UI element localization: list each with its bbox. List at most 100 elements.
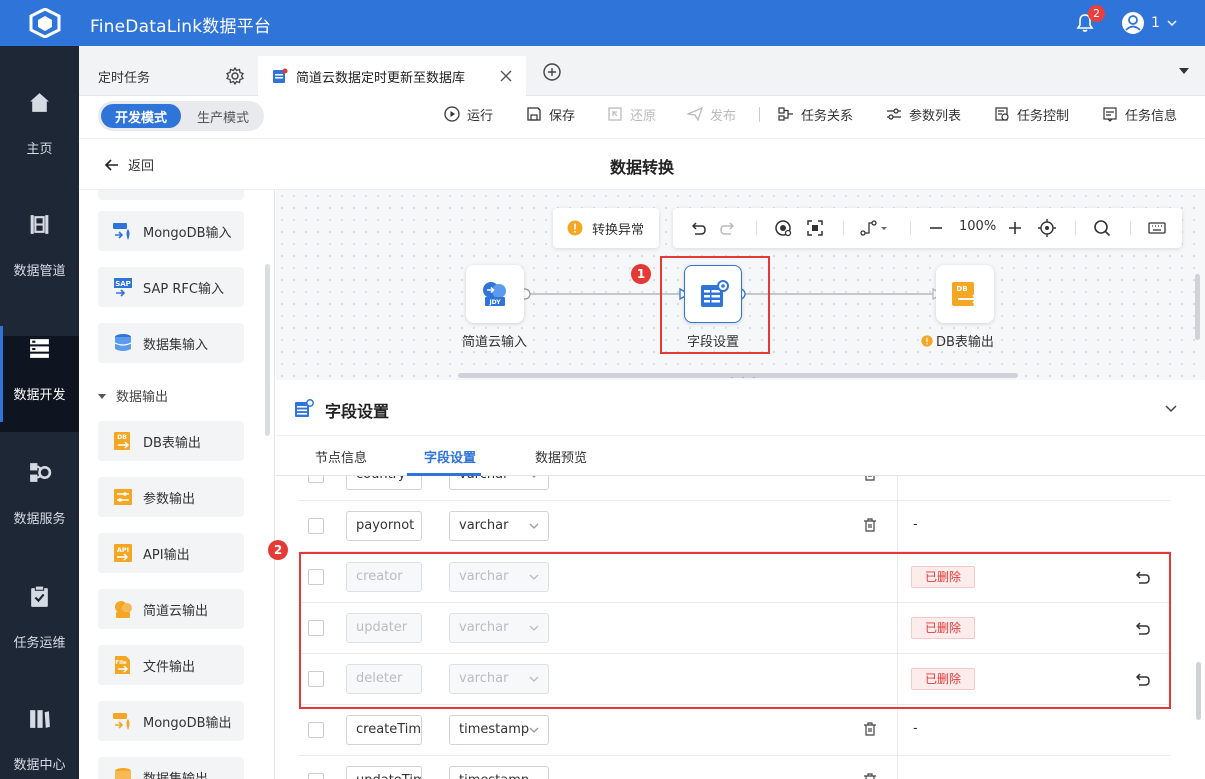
nav-item-task-ops[interactable]: 任务运维 xyxy=(0,584,79,680)
node-jdy-input[interactable]: JDY xyxy=(466,265,524,323)
row-checkbox[interactable] xyxy=(308,518,324,534)
connector-style-icon[interactable] xyxy=(860,219,890,237)
tab-label: 定时任务 xyxy=(98,70,151,86)
warning-icon xyxy=(921,334,933,347)
close-icon[interactable] xyxy=(498,68,514,84)
back-button[interactable]: 返回 xyxy=(104,155,154,174)
nav-label: 任务运维 xyxy=(13,636,66,651)
warning-icon xyxy=(567,220,583,236)
field-name-input[interactable]: country xyxy=(346,476,422,490)
properties-header: 字段设置 xyxy=(276,382,1205,436)
trash-icon[interactable] xyxy=(862,476,878,482)
resize-handle[interactable]: ⋮⋮⋮ xyxy=(727,376,760,380)
tab-data-preview[interactable]: 数据预览 xyxy=(535,447,587,466)
save-button[interactable]: 保存 xyxy=(526,104,575,124)
group-label: 数据输出 xyxy=(116,390,169,405)
keyboard-icon[interactable] xyxy=(1148,219,1166,237)
search-icon[interactable] xyxy=(1093,219,1111,237)
zoom-out-icon[interactable] xyxy=(927,219,945,237)
field-type-select[interactable]: timestamp xyxy=(449,766,549,779)
data-service-icon xyxy=(30,463,52,482)
properties-panel: 字段设置 节点信息 字段设置 数据预览 country varchar payo… xyxy=(268,382,1205,779)
chevron-down-icon[interactable] xyxy=(1164,402,1178,416)
conversion-error-button[interactable]: 转换异常 xyxy=(553,208,659,248)
component-label: 文件输出 xyxy=(143,659,196,675)
save-icon xyxy=(527,107,541,121)
field-type-value: timestamp xyxy=(459,773,529,779)
nav-label: 主页 xyxy=(26,142,53,157)
prod-mode-button[interactable]: 生产模式 xyxy=(186,104,260,128)
row-checkbox[interactable] xyxy=(308,722,324,738)
trash-icon[interactable] xyxy=(862,721,878,737)
locate-icon[interactable] xyxy=(1038,219,1056,237)
nav-item-data-center[interactable]: 数据中心 xyxy=(0,706,79,779)
component-sap-rfc-input[interactable]: SAP SAP RFC输入 xyxy=(98,267,244,307)
field-name-input[interactable]: createTim xyxy=(346,715,422,745)
svg-text:DB: DB xyxy=(117,434,127,441)
fit-view-icon[interactable] xyxy=(806,219,824,237)
tab-node-info[interactable]: 节点信息 xyxy=(315,447,367,466)
node-icon-text: JDY xyxy=(488,299,501,306)
component-param-output[interactable]: 参数输出 xyxy=(98,477,244,517)
nav-item-data-dev[interactable]: 数据开发 xyxy=(0,326,79,432)
task-info-icon xyxy=(1103,107,1117,122)
component-jdy-output[interactable]: 简道云输出 xyxy=(98,589,244,629)
field-name-input[interactable]: updateTim xyxy=(346,766,422,779)
redo-icon[interactable] xyxy=(719,219,737,237)
canvas-vertical-scrollbar[interactable] xyxy=(1195,274,1200,340)
trash-icon[interactable] xyxy=(862,517,878,533)
component-file-output[interactable]: File 文件输出 xyxy=(98,645,244,685)
add-tab-icon[interactable] xyxy=(542,62,562,82)
nav-item-pipeline[interactable]: 数据管道 xyxy=(0,212,79,308)
component-dataset-input[interactable]: 数据集输入 xyxy=(98,323,244,363)
conversion-error-label: 转换异常 xyxy=(592,222,645,238)
field-type-select[interactable]: varchar xyxy=(449,511,549,541)
tab-jdy-to-db[interactable]: 简道云数据定时更新至数据库 xyxy=(258,56,526,96)
field-type-select[interactable]: varchar xyxy=(449,476,549,490)
run-button[interactable]: 运行 xyxy=(444,104,493,124)
task-control-button[interactable]: 任务控制 xyxy=(994,104,1069,124)
component-panel-scrollbar[interactable] xyxy=(265,264,270,436)
nav-item-data-service[interactable]: 数据服务 xyxy=(0,460,79,556)
flow-canvas[interactable]: 转换异常 100% JDY 简道云输入 字段设置 DB DB表输出 1 xyxy=(276,190,1205,380)
tab-field-settings[interactable]: 字段设置 xyxy=(424,447,476,466)
trash-icon[interactable] xyxy=(862,772,878,779)
dev-mode-button[interactable]: 开发模式 xyxy=(101,104,181,128)
field-type-select[interactable]: timestamp xyxy=(449,715,549,745)
canvas-toolbar: 100% xyxy=(673,208,1182,248)
component-dataset-output[interactable]: 数据集输出 xyxy=(98,757,244,779)
restore-button[interactable]: 还原 xyxy=(607,104,656,124)
component-label: MongoDB输入 xyxy=(143,225,232,241)
component-label: SAP RFC输入 xyxy=(143,281,224,297)
param-output-icon xyxy=(114,489,132,505)
tab-dropdown-icon[interactable] xyxy=(1178,66,1190,76)
dataset-output-icon xyxy=(115,768,131,779)
user-menu[interactable]: 1 xyxy=(1121,11,1178,35)
zoom-in-icon[interactable] xyxy=(1006,219,1024,237)
param-list-button[interactable]: 参数列表 xyxy=(886,104,961,124)
gear-icon[interactable] xyxy=(225,66,245,86)
notification-badge: 2 xyxy=(1088,5,1105,22)
svg-text:File: File xyxy=(115,660,127,666)
component-db-output[interactable]: DB DB表输出 xyxy=(98,421,244,461)
group-data-output[interactable]: 数据输出 xyxy=(98,386,168,405)
table-vertical-scrollbar[interactable] xyxy=(1196,662,1201,720)
run-label: 运行 xyxy=(467,108,494,124)
component-mongodb-input[interactable]: MongoDB输入 xyxy=(98,211,244,251)
row-checkbox[interactable] xyxy=(308,476,324,483)
publish-button[interactable]: 发布 xyxy=(687,104,736,124)
component-api-output[interactable]: API API输出 xyxy=(98,533,244,573)
nav-item-home[interactable]: 主页 xyxy=(0,90,79,186)
tab-scheduled-tasks[interactable]: 定时任务 xyxy=(79,56,256,96)
node-db-output[interactable]: DB xyxy=(936,265,994,323)
undo-icon[interactable] xyxy=(689,219,707,237)
row-checkbox[interactable] xyxy=(308,773,324,779)
preview-eye-icon[interactable] xyxy=(774,219,792,237)
task-relation-button[interactable]: 任务关系 xyxy=(778,104,853,124)
task-toolbar: 开发模式 生产模式 运行 保存 还原 发布 任务关系 参数列表 任务控制 任务信… xyxy=(79,96,1205,138)
component-panel: MongoDB输入 SAP SAP RFC输入 数据集输入 数据输出 DB DB… xyxy=(79,190,275,779)
component-mongodb-output[interactable]: MongoDB输出 xyxy=(98,701,244,741)
component-item[interactable] xyxy=(98,190,244,200)
field-name-input[interactable]: payornot xyxy=(346,511,422,541)
task-info-button[interactable]: 任务信息 xyxy=(1102,104,1177,124)
